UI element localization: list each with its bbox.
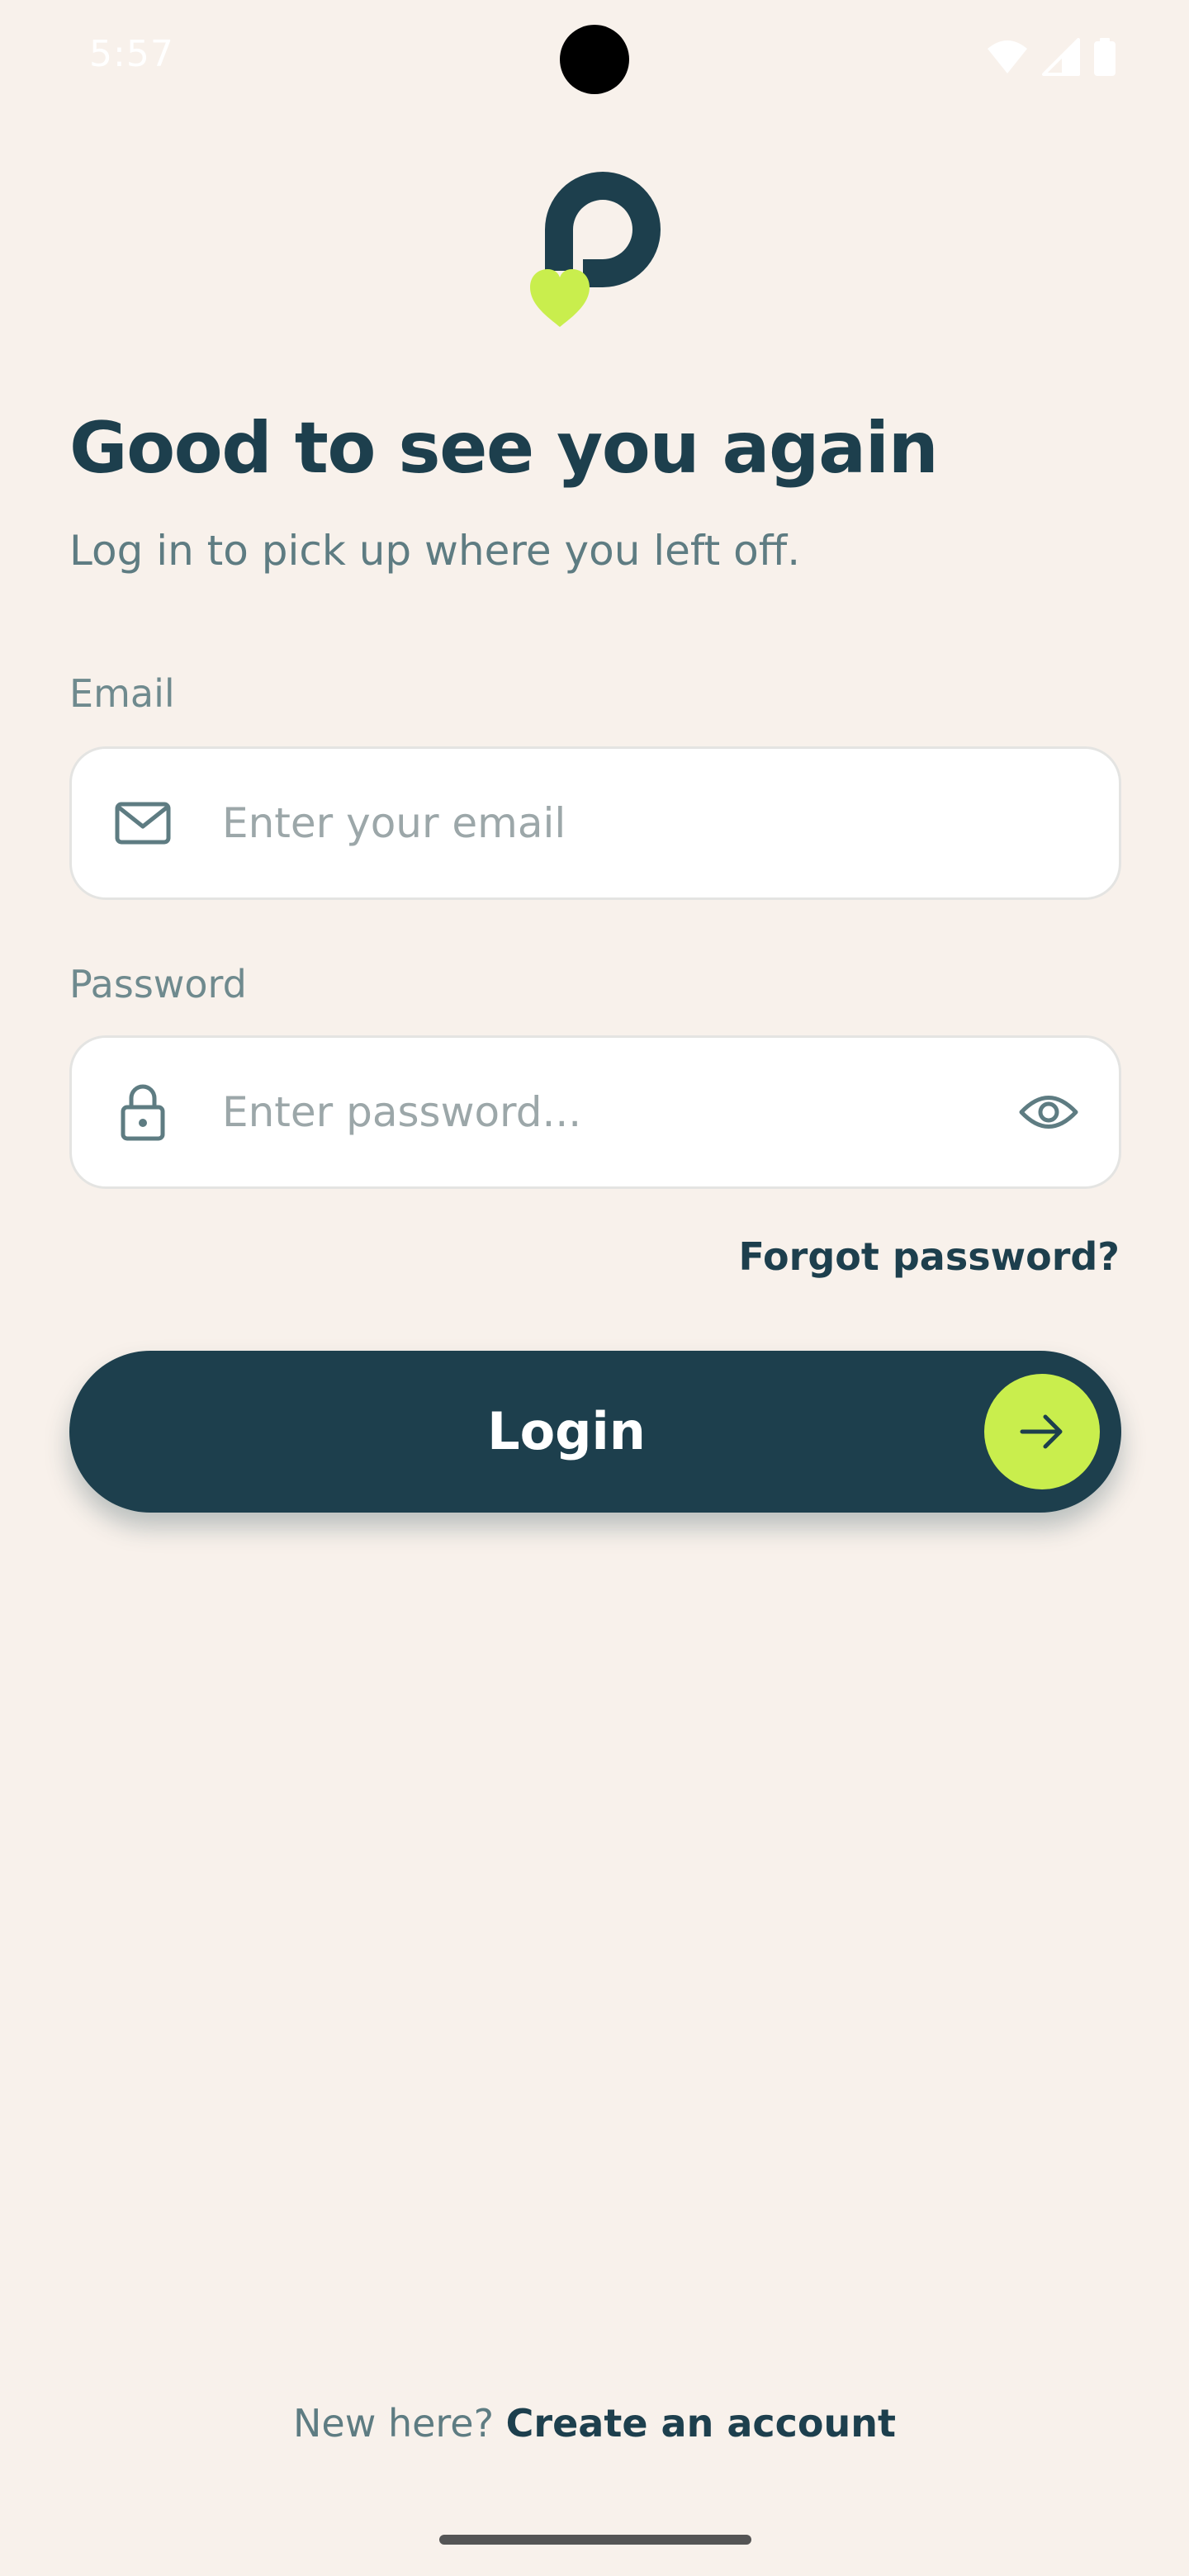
signal-icon: [1042, 38, 1080, 76]
app-logo: [520, 162, 669, 332]
wifi-icon: [986, 39, 1029, 75]
eye-icon[interactable]: [1011, 1075, 1086, 1149]
password-label: Password: [69, 962, 247, 1006]
lock-icon: [111, 1081, 174, 1144]
status-bar: 5:57: [0, 0, 1189, 116]
status-icons: [986, 38, 1116, 76]
email-label: Email: [69, 671, 175, 716]
password-field[interactable]: [69, 1035, 1121, 1189]
create-account-link[interactable]: Create an account: [506, 2401, 896, 2446]
signup-prompt: New here? Create an account: [0, 2394, 1189, 2452]
forgot-password-link[interactable]: Forgot password?: [738, 1232, 1120, 1281]
login-button[interactable]: Login: [69, 1351, 1121, 1513]
email-field[interactable]: [69, 746, 1121, 900]
password-input[interactable]: [222, 1038, 932, 1186]
arrow-right-icon: [984, 1374, 1100, 1489]
page-title: Good to see you again: [69, 407, 939, 490]
battery-icon: [1093, 38, 1116, 76]
login-screen: 5:57 Good to see you again Log in to pic…: [0, 0, 1189, 2576]
login-button-label: Login: [487, 1401, 646, 1461]
mail-icon: [111, 792, 174, 855]
status-time: 5:57: [89, 33, 174, 75]
signup-prompt-text: New here?: [292, 2401, 506, 2446]
camera-cutout: [560, 25, 629, 94]
email-input[interactable]: [222, 749, 932, 897]
page-subtitle: Log in to pick up where you left off.: [69, 527, 801, 575]
home-indicator[interactable]: [439, 2535, 751, 2545]
